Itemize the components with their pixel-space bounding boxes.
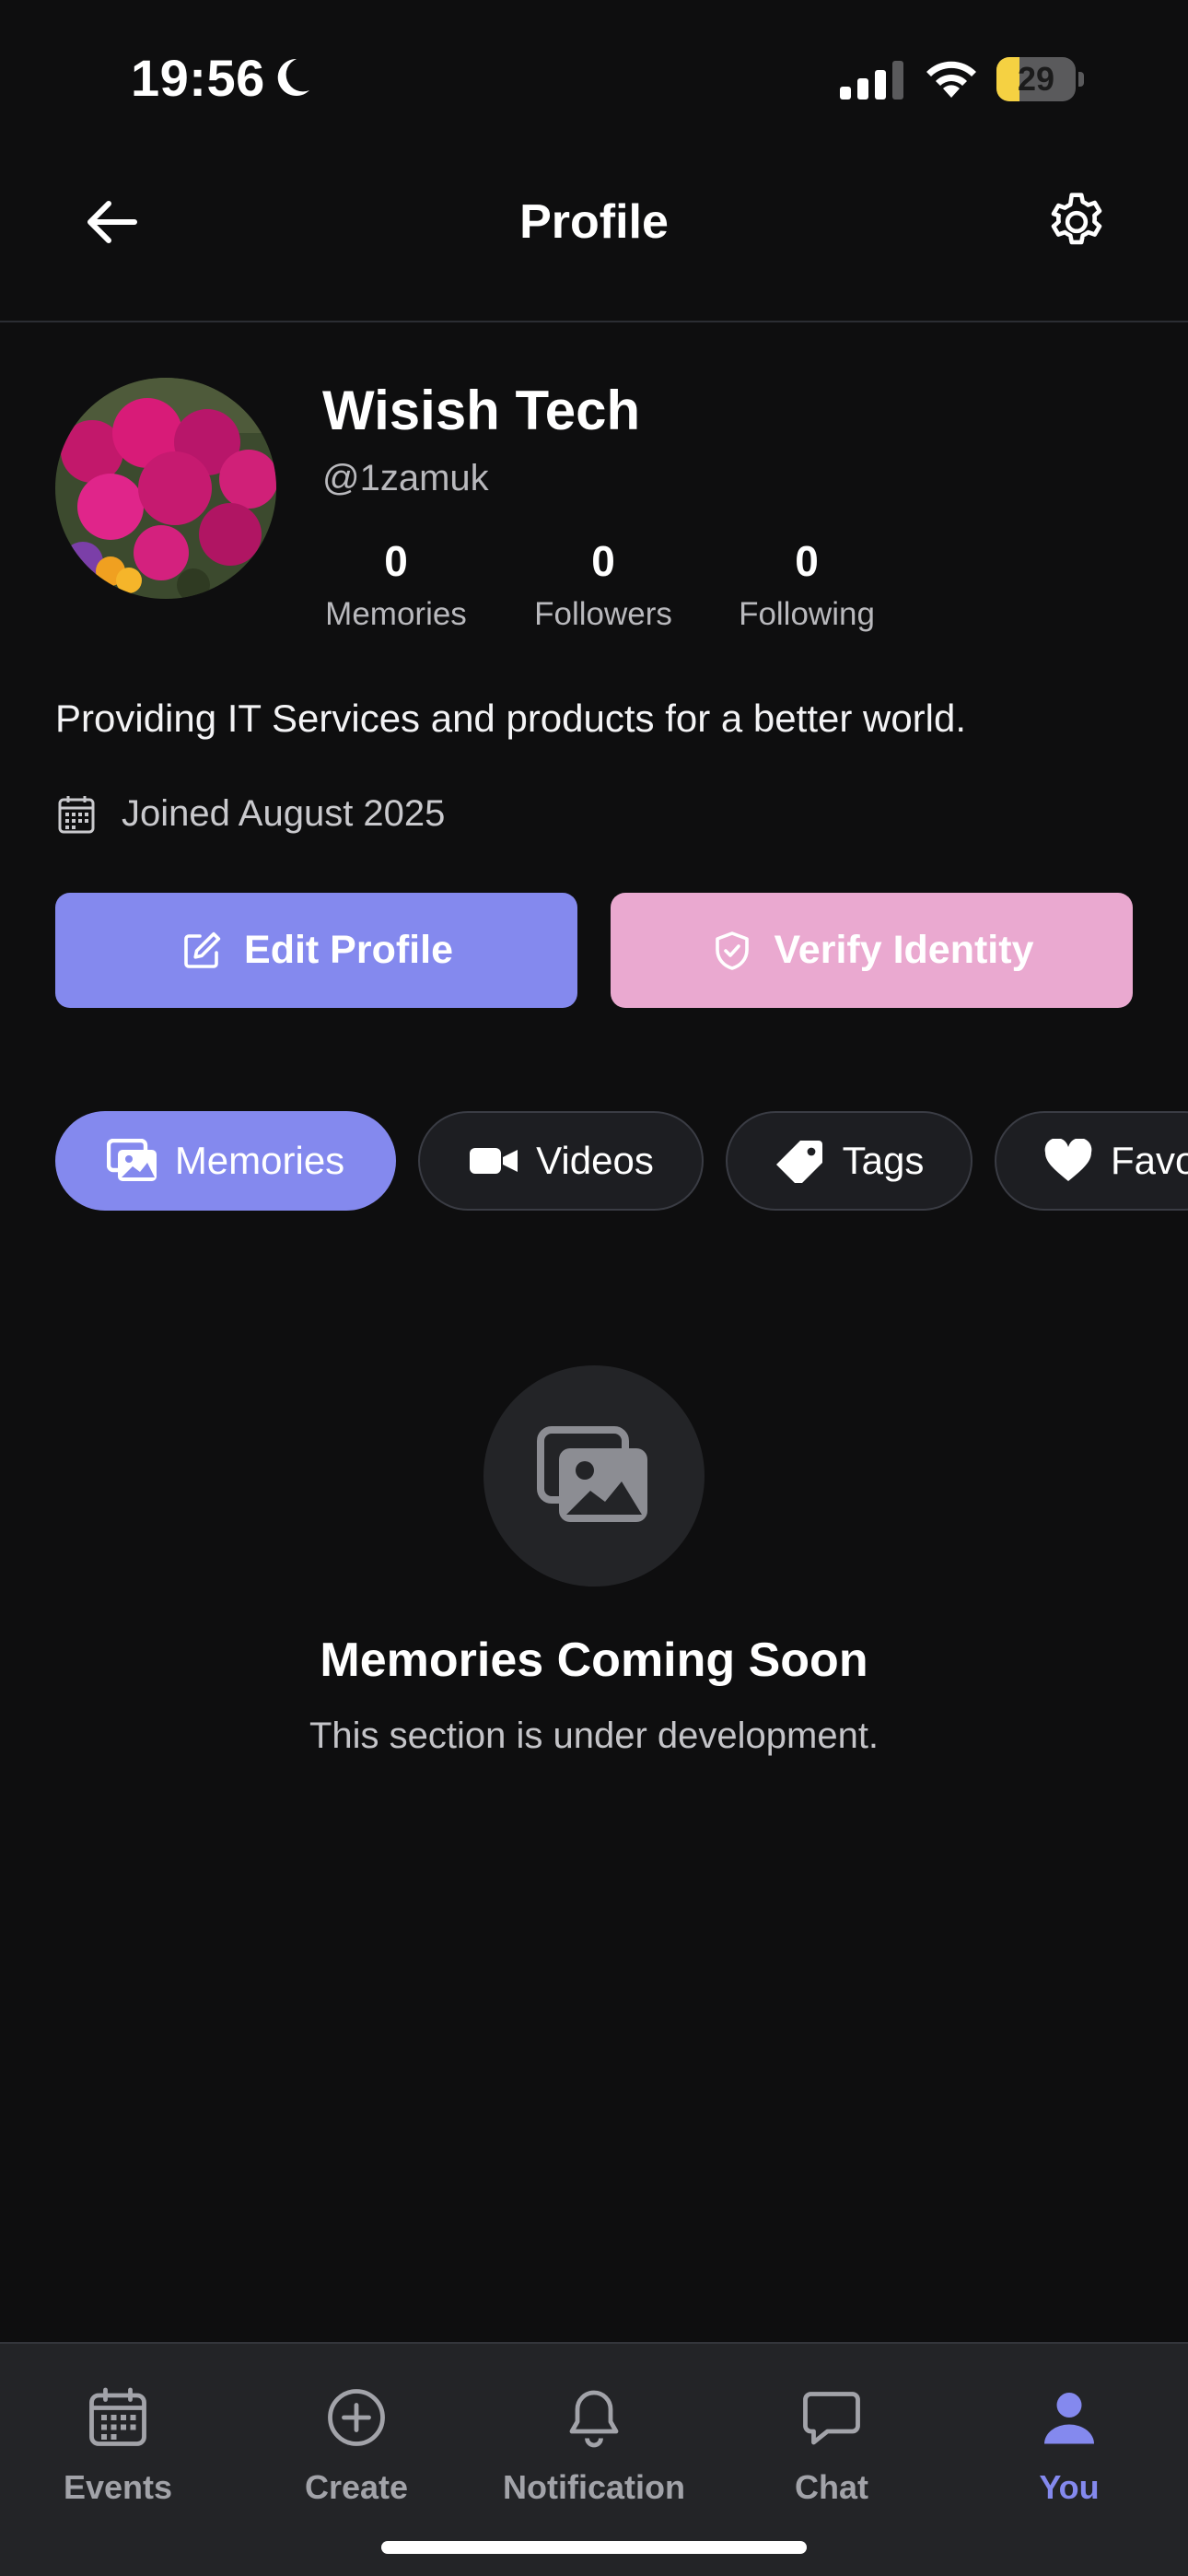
video-camera-icon bbox=[470, 1148, 518, 1174]
nav-create[interactable]: Create bbox=[250, 2384, 462, 2508]
nav-you[interactable]: You bbox=[963, 2384, 1175, 2508]
stat-value: 0 bbox=[591, 537, 615, 585]
images-icon bbox=[106, 1139, 157, 1181]
home-indicator[interactable] bbox=[381, 2541, 807, 2554]
tab-videos[interactable]: Videos bbox=[418, 1111, 704, 1211]
nav-label: Events bbox=[63, 2468, 173, 2506]
plus-circle-icon bbox=[328, 2389, 385, 2446]
nav-events[interactable]: Events bbox=[12, 2384, 224, 2508]
moon-icon bbox=[277, 58, 309, 96]
stat-following[interactable]: 0 Following bbox=[724, 534, 890, 636]
cellular-signal-icon bbox=[840, 61, 903, 100]
tab-label: Memories bbox=[174, 1139, 345, 1182]
calendar-icon bbox=[58, 796, 95, 834]
stat-followers[interactable]: 0 Followers bbox=[520, 534, 686, 636]
nav-label: You bbox=[1039, 2468, 1100, 2506]
profile-handle: @1zamuk bbox=[322, 458, 489, 498]
calendar-icon bbox=[89, 2387, 146, 2446]
tab-label: Tags bbox=[842, 1139, 925, 1182]
nav-label: Create bbox=[304, 2468, 409, 2506]
empty-state-subtitle: This section is under development. bbox=[309, 1715, 879, 1756]
chat-bubble-icon bbox=[803, 2392, 860, 2445]
battery-percentage: 29 bbox=[1017, 60, 1055, 98]
tab-tags[interactable]: Tags bbox=[726, 1111, 973, 1211]
tab-favorites[interactable]: Favo bbox=[995, 1111, 1188, 1211]
arrow-left-icon bbox=[87, 201, 137, 243]
nav-chat[interactable]: Chat bbox=[726, 2384, 938, 2508]
tab-label: Favo bbox=[1111, 1139, 1188, 1182]
shield-check-icon bbox=[715, 931, 749, 970]
back-button[interactable] bbox=[76, 190, 147, 254]
empty-state-icon-container bbox=[483, 1365, 705, 1587]
wifi-icon bbox=[926, 61, 976, 98]
tab-label: Videos bbox=[536, 1139, 654, 1182]
profile-bio: Providing IT Services and products for a… bbox=[55, 697, 967, 740]
stat-memories[interactable]: 0 Memories bbox=[313, 534, 479, 636]
empty-state-title: Memories Coming Soon bbox=[320, 1633, 868, 1687]
status-time: 19:56 bbox=[131, 49, 265, 107]
stat-label: Following bbox=[739, 596, 875, 632]
profile-name: Wisish Tech bbox=[322, 380, 641, 441]
stat-label: Followers bbox=[534, 596, 672, 632]
edit-profile-button[interactable]: Edit Profile bbox=[55, 893, 577, 1008]
nav-label: Chat bbox=[795, 2468, 868, 2506]
nav-notification[interactable]: Notification bbox=[488, 2384, 700, 2508]
header-divider bbox=[0, 321, 1188, 322]
tag-icon bbox=[775, 1141, 822, 1183]
edit-profile-label: Edit Profile bbox=[244, 928, 453, 972]
edit-icon bbox=[184, 931, 221, 968]
page-title: Profile bbox=[519, 195, 669, 249]
nav-label: Notification bbox=[503, 2468, 685, 2506]
bell-icon bbox=[569, 2390, 619, 2448]
stat-value: 0 bbox=[384, 537, 408, 585]
heart-icon bbox=[1044, 1139, 1092, 1181]
stat-label: Memories bbox=[325, 596, 467, 632]
joined-date: Joined August 2025 bbox=[122, 793, 446, 834]
avatar[interactable] bbox=[55, 378, 276, 599]
battery-icon: 29 bbox=[996, 57, 1085, 101]
images-icon bbox=[537, 1426, 647, 1522]
stat-value: 0 bbox=[795, 537, 819, 585]
verify-identity-button[interactable]: Verify Identity bbox=[611, 893, 1133, 1008]
user-icon bbox=[1044, 2393, 1094, 2444]
tab-memories[interactable]: Memories bbox=[55, 1111, 396, 1211]
verify-identity-label: Verify Identity bbox=[774, 928, 1034, 972]
gear-icon[interactable] bbox=[1042, 188, 1111, 256]
